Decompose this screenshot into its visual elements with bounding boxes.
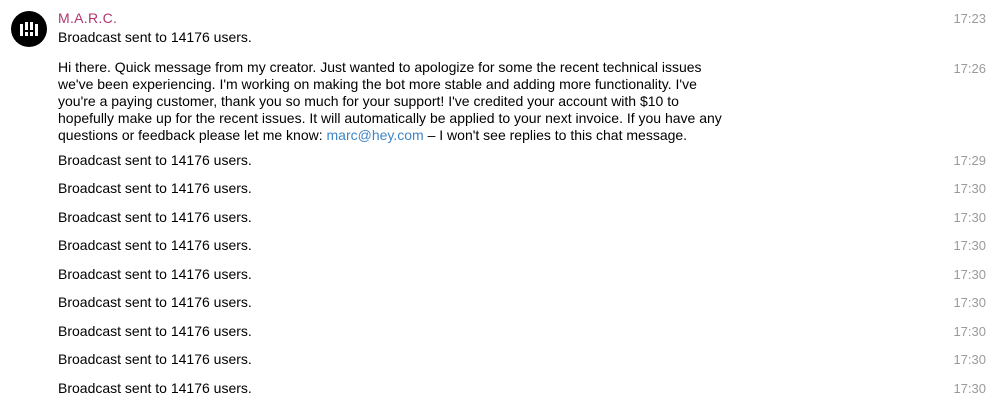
message-text-part: – I won't see replies to this chat messa…: [423, 127, 688, 143]
message-timestamp: 17:26: [953, 61, 986, 76]
message-timestamp: 17:30: [953, 267, 986, 282]
message-timestamp: 17:30: [953, 381, 986, 396]
message-text-long: Hi there. Quick message from my creator.…: [58, 59, 723, 144]
message-text: Broadcast sent to 14176 users.: [58, 380, 252, 396]
message-text: Broadcast sent to 14176 users.: [58, 209, 252, 225]
sender-name[interactable]: M.A.R.C.: [58, 10, 117, 27]
message-text: Broadcast sent to 14176 users.: [58, 29, 252, 45]
message-timestamp: 17:29: [953, 153, 986, 168]
message-timestamp: 17:30: [953, 210, 986, 225]
message-timestamp: 17:30: [953, 295, 986, 310]
email-link[interactable]: marc@hey.com: [327, 127, 424, 143]
bot-logo-icon: [20, 22, 38, 36]
message-timestamp: 17:30: [953, 181, 986, 196]
message-timestamp: 17:30: [953, 352, 986, 367]
message-timestamp: 17:23: [953, 11, 986, 26]
message-text: Broadcast sent to 14176 users.: [58, 266, 252, 282]
message-text: Broadcast sent to 14176 users.: [58, 152, 252, 168]
message-text: Broadcast sent to 14176 users.: [58, 237, 252, 253]
message-timestamp: 17:30: [953, 238, 986, 253]
message-text: Broadcast sent to 14176 users.: [58, 294, 252, 310]
message-text: Broadcast sent to 14176 users.: [58, 180, 252, 196]
message-timestamp: 17:30: [953, 324, 986, 339]
message-text: Broadcast sent to 14176 users.: [58, 323, 252, 339]
message-text: Broadcast sent to 14176 users.: [58, 351, 252, 367]
sender-avatar[interactable]: [11, 11, 47, 47]
